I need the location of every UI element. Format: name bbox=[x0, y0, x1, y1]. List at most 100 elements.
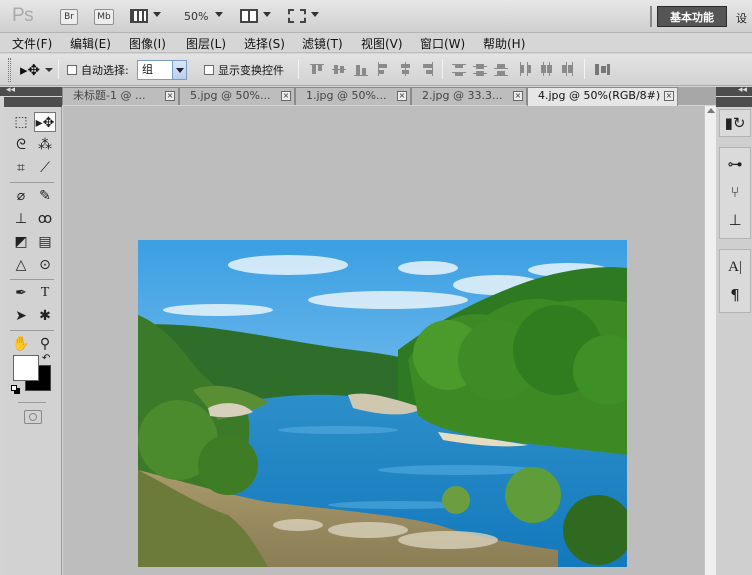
menu-image[interactable]: 图像(I) bbox=[129, 35, 166, 52]
tab-label: 未标题-1 @ ... bbox=[73, 89, 146, 102]
expand-arrows-icon[interactable]: ◂◂ bbox=[738, 85, 747, 95]
distribute-left-edges-icon[interactable] bbox=[518, 62, 578, 78]
menu-window[interactable]: 窗口(W) bbox=[420, 35, 465, 52]
collapse-arrows-icon[interactable]: ◂◂ bbox=[6, 85, 15, 95]
tab-4-jpg[interactable]: 4.jpg @ 50%(RGB/8#) × bbox=[527, 87, 678, 106]
move-tool-icon[interactable]: ▸✥ bbox=[34, 112, 56, 132]
workspace-essentials-button[interactable]: 基本功能 bbox=[657, 6, 727, 27]
clone-stamp-tool-icon[interactable]: ⊥ bbox=[10, 209, 32, 229]
toolbox-divider bbox=[10, 330, 54, 331]
hand-tool-icon[interactable]: ✋ bbox=[10, 334, 32, 354]
menu-bar: 文件(F) 编辑(E) 图像(I) 图层(L) 选择(S) 滤镜(T) 视图(V… bbox=[0, 33, 752, 53]
quick-mask-icon[interactable] bbox=[24, 410, 42, 424]
toolbox-collapse-strip[interactable]: ◂◂ bbox=[0, 85, 62, 96]
menu-edit[interactable]: 编辑(E) bbox=[70, 35, 111, 52]
bridge-button[interactable]: Br bbox=[60, 9, 78, 25]
foreground-color-swatch[interactable] bbox=[13, 355, 39, 381]
menu-help[interactable]: 帮助(H) bbox=[483, 35, 525, 52]
dock-header[interactable] bbox=[716, 97, 752, 107]
tab-1-jpg[interactable]: 1.jpg @ 50%... × bbox=[295, 87, 411, 105]
appbar-separator bbox=[650, 6, 652, 27]
close-icon[interactable]: × bbox=[513, 91, 523, 101]
default-colors-icon[interactable] bbox=[11, 385, 20, 394]
blur-tool-icon[interactable]: △ bbox=[10, 255, 32, 275]
history-brush-tool-icon[interactable]: ꝏ bbox=[34, 209, 56, 229]
align-top-edges-icon[interactable] bbox=[310, 62, 375, 78]
menu-view[interactable]: 视图(V) bbox=[361, 35, 403, 52]
options-separator bbox=[584, 59, 585, 79]
view-extras-icon[interactable] bbox=[130, 9, 148, 23]
crop-tool-icon[interactable]: ⌗ bbox=[10, 158, 32, 178]
swap-colors-icon[interactable]: ↶ bbox=[42, 353, 50, 364]
dropdown-arrow-icon[interactable] bbox=[172, 61, 186, 79]
paragraph-panel-icon[interactable]: ¶ bbox=[724, 284, 746, 306]
dock-group: A| ¶ bbox=[719, 249, 751, 313]
auto-select-value: 组 bbox=[142, 63, 153, 76]
zoom-level-value[interactable]: 50% bbox=[184, 10, 208, 23]
auto-select-checkbox[interactable] bbox=[67, 65, 77, 75]
vertical-scrollbar[interactable] bbox=[704, 106, 716, 575]
brush-tool-icon[interactable]: ✎ bbox=[34, 186, 56, 206]
history-panel-icon[interactable]: ▮↻ bbox=[724, 112, 746, 134]
tab-untitled[interactable]: 未标题-1 @ ... × bbox=[62, 87, 179, 105]
tool-preset-caret-icon[interactable] bbox=[45, 68, 53, 72]
gradient-tool-icon[interactable]: ▤ bbox=[34, 232, 56, 252]
options-separator bbox=[58, 59, 59, 79]
marquee-tool-icon[interactable]: ⬚ bbox=[10, 112, 32, 132]
view-extras-caret-icon[interactable] bbox=[153, 12, 161, 17]
eraser-tool-icon[interactable]: ◩ bbox=[10, 232, 32, 252]
move-tool-preset-icon[interactable]: ▸✥ bbox=[20, 61, 40, 79]
arrange-caret-icon[interactable] bbox=[263, 12, 271, 17]
toolbox-divider bbox=[10, 182, 54, 183]
tab-label: 2.jpg @ 33.3... bbox=[422, 89, 503, 102]
close-icon[interactable]: × bbox=[281, 91, 291, 101]
menu-select[interactable]: 选择(S) bbox=[244, 35, 285, 52]
quick-selection-tool-icon[interactable]: ⁂ bbox=[34, 135, 56, 155]
document-image[interactable] bbox=[138, 240, 627, 567]
clone-source-panel-icon[interactable]: ⊥ bbox=[724, 209, 746, 231]
healing-brush-tool-icon[interactable]: ⌀ bbox=[10, 186, 32, 206]
align-left-edges-icon[interactable] bbox=[377, 62, 442, 78]
workspace-more-button[interactable]: 设 bbox=[736, 10, 747, 26]
character-panel-icon[interactable]: A| bbox=[724, 256, 746, 278]
menu-layer[interactable]: 图层(L) bbox=[186, 35, 226, 52]
close-icon[interactable]: × bbox=[165, 91, 175, 101]
show-transform-label: 显示变换控件 bbox=[218, 64, 284, 77]
close-icon[interactable]: × bbox=[664, 91, 674, 101]
show-transform-checkbox[interactable] bbox=[204, 65, 214, 75]
path-selection-tool-icon[interactable]: ➤ bbox=[10, 306, 32, 326]
pen-tool-icon[interactable]: ✒ bbox=[10, 283, 32, 303]
dodge-tool-icon[interactable]: ⊙ bbox=[34, 255, 56, 275]
tab-5-jpg[interactable]: 5.jpg @ 50%... × bbox=[179, 87, 295, 105]
options-bar: ▸✥ 自动选择: 组 显示变换控件 bbox=[0, 54, 752, 86]
eyedropper-tool-icon[interactable]: ⟋ bbox=[34, 158, 56, 178]
auto-align-layers-icon[interactable] bbox=[594, 62, 612, 78]
tab-label: 1.jpg @ 50%... bbox=[306, 89, 387, 102]
arrange-documents-icon[interactable] bbox=[240, 9, 258, 23]
distribute-top-edges-icon[interactable] bbox=[452, 62, 512, 78]
tab-2-jpg[interactable]: 2.jpg @ 33.3... × bbox=[411, 87, 527, 105]
options-separator bbox=[298, 59, 299, 79]
tab-label: 4.jpg @ 50%(RGB/8#) bbox=[538, 89, 661, 102]
adjustments-panel-icon[interactable]: ⊶ bbox=[724, 153, 746, 175]
panel-dock: ▮↻ ⊶ ⑂ ⊥ A| ¶ bbox=[716, 97, 752, 575]
scroll-up-icon[interactable] bbox=[707, 108, 715, 113]
close-icon[interactable]: × bbox=[397, 91, 407, 101]
zoom-caret-icon[interactable] bbox=[215, 12, 223, 17]
custom-shape-tool-icon[interactable]: ✱ bbox=[34, 306, 56, 326]
paths-panel-icon[interactable]: ⑂ bbox=[724, 181, 746, 203]
dock-collapse-strip[interactable]: ◂◂ bbox=[716, 85, 752, 96]
menu-file[interactable]: 文件(F) bbox=[12, 35, 52, 52]
mini-bridge-button[interactable]: Mb bbox=[94, 9, 114, 25]
dock-group: ▮↻ bbox=[719, 109, 751, 137]
toolbox-header[interactable] bbox=[4, 97, 62, 107]
lasso-tool-icon[interactable]: ᘓ bbox=[10, 135, 32, 155]
options-grip[interactable] bbox=[8, 58, 11, 82]
screen-mode-icon[interactable] bbox=[288, 9, 306, 23]
auto-select-dropdown[interactable]: 组 bbox=[137, 60, 187, 80]
menu-filter[interactable]: 滤镜(T) bbox=[302, 35, 343, 52]
document-tabs: 未标题-1 @ ... × 5.jpg @ 50%... × 1.jpg @ 5… bbox=[62, 87, 716, 106]
type-tool-icon[interactable]: T bbox=[34, 283, 56, 303]
zoom-tool-icon[interactable]: ⚲ bbox=[34, 334, 56, 354]
screen-mode-caret-icon[interactable] bbox=[311, 12, 319, 17]
